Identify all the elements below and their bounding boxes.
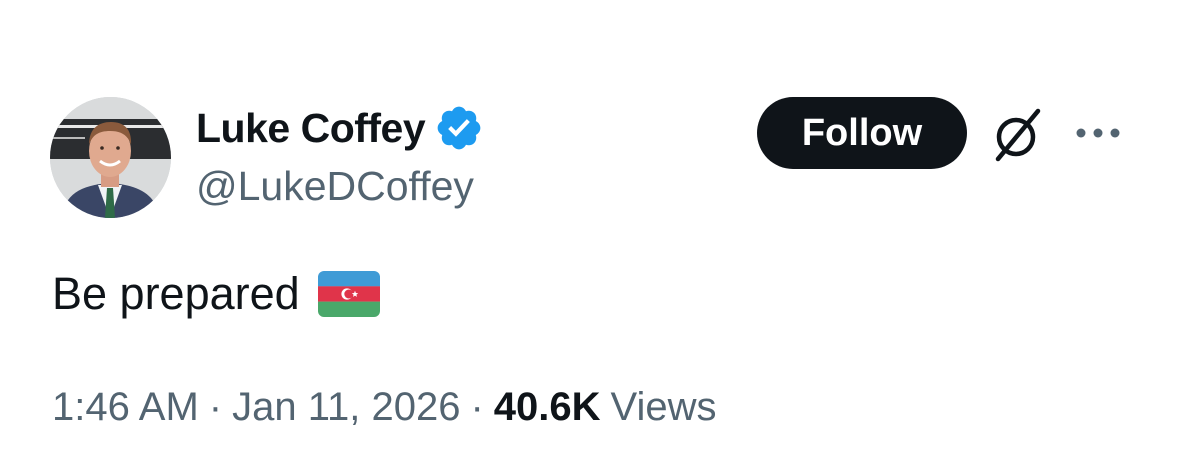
tweet-text: Be prepared [52,268,380,320]
tweet-date[interactable]: Jan 11, 2026 [232,385,460,430]
azerbaijan-flag-icon [317,271,380,317]
author-display-name[interactable]: Luke Coffey [196,105,426,152]
author-handle[interactable]: @LukeDCoffey [196,163,474,210]
grok-icon[interactable] [988,105,1048,165]
views-label[interactable]: Views [611,385,717,430]
avatar[interactable] [50,97,171,218]
tweet-body: Be prepared [52,268,300,319]
views-count[interactable]: 40.6K [494,385,601,430]
author-name-row[interactable]: Luke Coffey [196,103,484,153]
tweet-time[interactable]: 1:46 AM [52,385,199,430]
follow-button[interactable]: Follow [757,97,967,169]
meta-separator: · [470,385,484,429]
tweet: Luke Coffey @LukeDCoffey Follow Be prepa… [0,0,1179,466]
meta-separator: · [208,385,223,429]
tweet-meta: 1:46 AM · Jan 11, 2026 · 40.6K Views [52,385,717,430]
more-options-icon[interactable] [1072,118,1124,148]
verified-badge-icon [437,106,481,150]
